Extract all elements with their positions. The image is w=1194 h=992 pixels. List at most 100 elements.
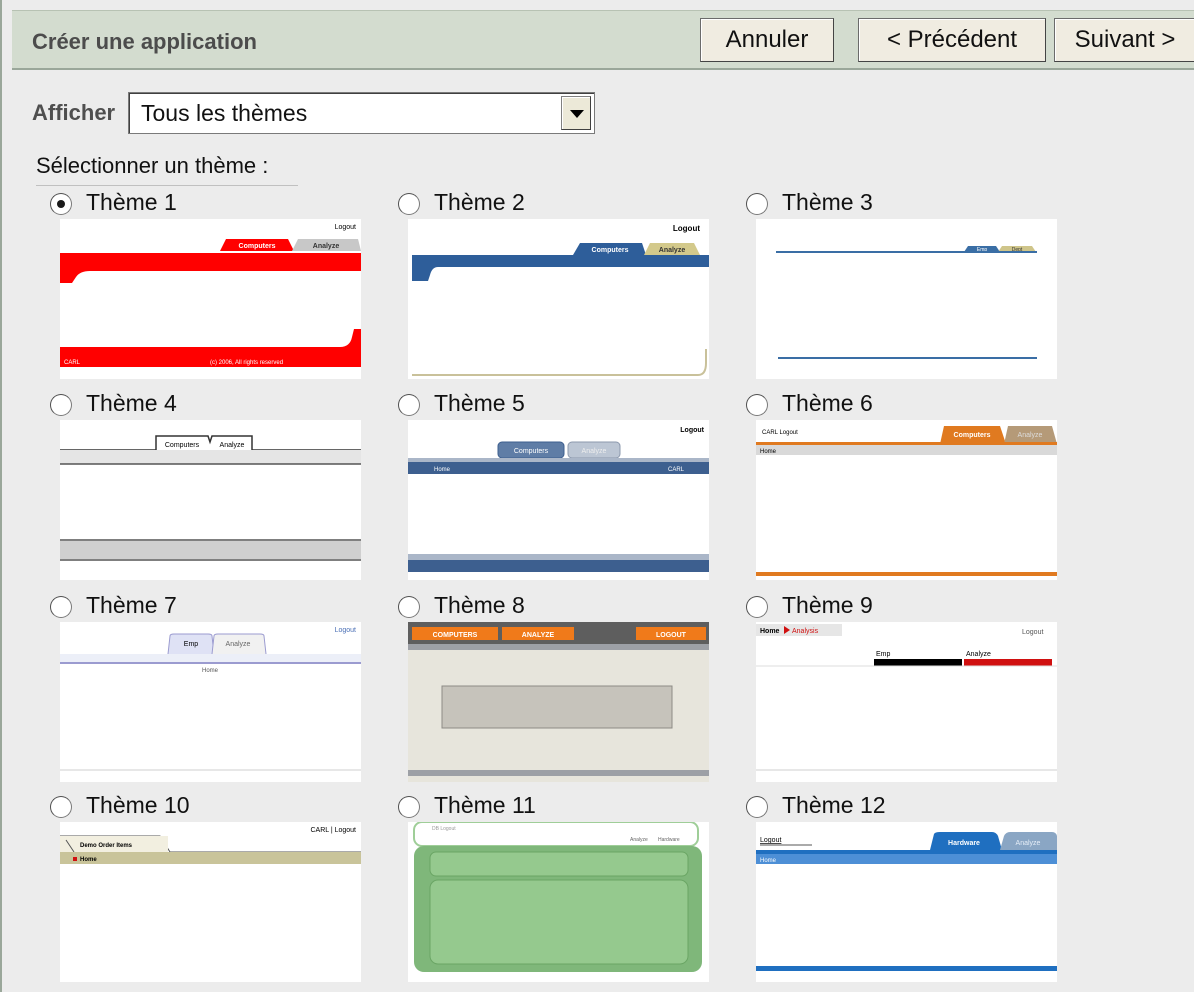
theme-name: Thème 3: [782, 189, 873, 215]
theme-name: Thème 7: [86, 592, 177, 618]
theme-radio-5[interactable]: [398, 394, 420, 416]
theme-preview-graphic: CARL | Logout Demo Order Items Home: [60, 827, 361, 864]
theme-preview-graphic: Logout Hardware Analyze Home: [756, 832, 1057, 971]
preview-tab-inactive: ANALYZE: [522, 632, 555, 639]
theme-preview-8[interactable]: COMPUTERS ANALYZE LOGOUT: [408, 622, 709, 782]
theme-radio-1[interactable]: [50, 193, 72, 215]
preview-bar-left: Home: [80, 857, 97, 863]
preview-footer: CARL: [64, 360, 81, 366]
theme-name: Thème 6: [782, 390, 873, 416]
preview-logout: DB Logout: [432, 826, 456, 832]
cancel-button[interactable]: Annuler: [700, 18, 834, 62]
theme-preview-graphic: Logout Emp Analyze Home: [60, 627, 361, 771]
preview-tab-inactive: Analyze: [1018, 432, 1043, 439]
filter-label: Afficher: [32, 100, 116, 125]
theme-preview-graphic: Logout Computers Analyze CARL (c) 2006, …: [60, 224, 361, 367]
theme-name: Thème 2: [434, 189, 525, 215]
preview-bar-left: Home: [434, 467, 451, 473]
preview-logout: Logout: [760, 837, 781, 844]
theme-preview-3[interactable]: Emp Dept: [756, 219, 1057, 379]
preview-bar-left: Home: [760, 858, 777, 864]
theme-radio-7[interactable]: [50, 596, 72, 618]
theme-preview-1[interactable]: Logout Computers Analyze CARL (c) 2006, …: [60, 219, 361, 379]
preview-tab-active: Computers: [239, 243, 276, 250]
select-theme-label: Sélectionner un thème :: [36, 153, 298, 186]
theme-name: Thème 8: [434, 592, 525, 618]
preview-logout: Logout: [335, 224, 356, 231]
theme-preview-graphic: Computers Analyze: [60, 435, 361, 561]
preview-tab-active: Emp: [876, 651, 891, 658]
theme-preview-2[interactable]: Logout Computers Analyze: [408, 219, 709, 379]
preview-tab-inactive: Hardware: [658, 837, 680, 843]
theme-preview-12[interactable]: Logout Hardware Analyze Home: [756, 822, 1057, 982]
preview-tab-inactive: Analyze: [659, 247, 686, 254]
preview-logout: Logout: [673, 224, 700, 233]
create-application-wizard: Créer une application Annuler < Précéden…: [0, 0, 1194, 992]
preview-tab-inactive: Analyze: [1016, 840, 1041, 847]
preview-tab-active: Computers: [514, 448, 549, 455]
theme-name: Thème 12: [782, 792, 886, 818]
preview-tab-inactive: Analyze: [582, 448, 607, 455]
previous-button[interactable]: < Précédent: [858, 18, 1046, 62]
preview-tab-active: Hardware: [948, 840, 980, 847]
chevron-down-icon[interactable]: [561, 96, 591, 130]
theme-name: Thème 11: [434, 792, 536, 818]
preview-tab-inactive: Analyze: [313, 243, 340, 250]
theme-radio-12[interactable]: [746, 796, 768, 818]
theme-name: Thème 10: [86, 792, 190, 818]
preview-tab-active: Analyze: [630, 837, 648, 843]
theme-radio-8[interactable]: [398, 596, 420, 618]
preview-breadcrumb-active: Analysis: [792, 628, 819, 635]
theme-preview-6[interactable]: CARL Logout Computers Analyze Home: [756, 420, 1057, 580]
theme-name: Thème 4: [86, 390, 177, 416]
preview-bar-left: Home: [760, 449, 777, 455]
theme-name: Thème 5: [434, 390, 525, 416]
preview-logout: Logout: [335, 627, 356, 634]
theme-radio-2[interactable]: [398, 193, 420, 215]
theme-radio-6[interactable]: [746, 394, 768, 416]
preview-footer-right: (c) 2006, All rights reserved: [210, 360, 283, 366]
theme-preview-9[interactable]: Home Analysis Logout Emp Analyze: [756, 622, 1057, 782]
preview-logout: Logout: [680, 427, 704, 434]
theme-preview-graphic: CARL Logout Computers Analyze Home: [756, 426, 1057, 576]
theme-name: Thème 9: [782, 592, 873, 618]
preview-tab-active: COMPUTERS: [433, 632, 478, 639]
theme-radio-4[interactable]: [50, 394, 72, 416]
theme-filter-select[interactable]: Tous les thèmes: [128, 92, 595, 134]
preview-tab-active: Emp: [184, 641, 199, 648]
preview-logout: LOGOUT: [656, 632, 687, 639]
theme-preview-10[interactable]: CARL | Logout Demo Order Items Home: [60, 822, 361, 982]
preview-tab-inactive: Analyze: [966, 651, 991, 658]
page-title: Créer une application: [32, 29, 257, 54]
preview-tab-active: Computers: [954, 432, 991, 439]
preview-bar-left: Home: [202, 668, 219, 674]
theme-filter-value: Tous les thèmes: [141, 100, 308, 126]
theme-radio-3[interactable]: [746, 193, 768, 215]
theme-preview-graphic: Emp Dept: [776, 246, 1037, 359]
preview-tab-active: Computers: [592, 247, 629, 254]
theme-preview-11[interactable]: DB Logout Analyze Hardware: [408, 822, 709, 982]
theme-preview-7[interactable]: Logout Emp Analyze Home: [60, 622, 361, 782]
preview-breadcrumb: Home: [760, 628, 780, 635]
preview-logout: Logout: [1022, 629, 1043, 636]
wizard-header: Créer une application Annuler < Précéden…: [12, 10, 1194, 70]
preview-bar-right: CARL: [668, 467, 685, 473]
preview-tab-inactive: Analyze: [226, 641, 251, 648]
preview-tab-active: Demo Order Items: [80, 843, 133, 849]
theme-name: Thème 1: [86, 189, 177, 215]
preview-tab-active: Computers: [165, 442, 200, 449]
theme-preview-graphic: Home Analysis Logout Emp Analyze: [756, 624, 1057, 771]
preview-logout: CARL | Logout: [310, 827, 356, 834]
theme-preview-5[interactable]: Logout Computers Analyze Home CARL: [408, 420, 709, 580]
next-button[interactable]: Suivant >: [1054, 18, 1194, 62]
theme-radio-9[interactable]: [746, 596, 768, 618]
theme-preview-graphic: Logout Computers Analyze Home CARL: [408, 427, 709, 572]
preview-tab-inactive: Analyze: [220, 442, 245, 449]
theme-preview-graphic: DB Logout Analyze Hardware: [413, 822, 702, 972]
theme-preview-graphic: Logout Computers Analyze: [412, 224, 709, 376]
theme-preview-4[interactable]: Computers Analyze: [60, 420, 361, 580]
theme-preview-graphic: COMPUTERS ANALYZE LOGOUT: [408, 622, 709, 782]
preview-logout: CARL Logout: [762, 430, 798, 436]
theme-radio-10[interactable]: [50, 796, 72, 818]
theme-radio-11[interactable]: [398, 796, 420, 818]
